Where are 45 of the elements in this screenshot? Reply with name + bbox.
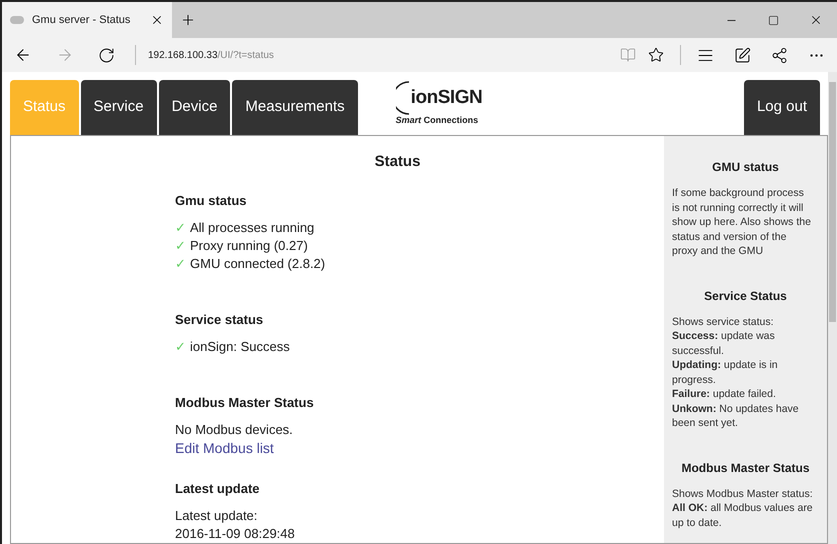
section-heading: Service status (175, 311, 264, 329)
help-text: If some background process is not running correctly it will show up here. Also shows the status and version of the proxy and the GMU (672, 186, 812, 258)
maximize-icon[interactable] (768, 14, 779, 26)
status-text: 2016-11-09 08:29:48 (175, 525, 295, 543)
close-icon[interactable] (150, 13, 164, 27)
edit-modbus-link[interactable]: Edit Modbus list (175, 439, 274, 458)
logout-button[interactable]: Log out (744, 80, 820, 135)
check-icon: ✓ (175, 219, 186, 237)
help-text: Shows Modbus Master status: (672, 486, 814, 501)
check-icon: ✓ (175, 338, 186, 356)
reading-view-icon[interactable] (620, 47, 636, 63)
status-text: Proxy running (0.27) (190, 237, 308, 255)
help-text: Updating: update is in progress. (672, 358, 779, 387)
status-text: GMU connected (2.8.2) (190, 255, 326, 273)
help-text: Failure: update failed. (672, 387, 777, 402)
section-heading: Modbus Master Status (175, 394, 315, 412)
nav-tab[interactable]: Measurements (232, 80, 358, 135)
logo-wordmark: ionSIGN (410, 86, 482, 110)
refresh-icon[interactable] (98, 46, 115, 64)
section-heading: Latest update (175, 480, 261, 498)
note-icon[interactable] (734, 46, 751, 64)
sidebar-heading: Service Status (703, 288, 788, 304)
nav-tab[interactable]: Device (158, 80, 230, 135)
help-text: Shows service status: (672, 314, 775, 329)
help-text: Unkown: No updates have been sent yet. (672, 402, 800, 430)
browser-tab[interactable]: Gmu server - Status (2, 2, 172, 38)
favorite-icon[interactable] (648, 47, 664, 63)
status-text: No Modbus devices. (175, 421, 293, 439)
favicon-icon (10, 16, 24, 24)
logo-icon (396, 80, 410, 116)
help-text: Success: update was successful. (672, 329, 776, 358)
check-icon: ✓ (175, 237, 186, 255)
nav-tab[interactable]: Service (80, 80, 157, 135)
logo-tagline: Smart Connections (396, 114, 478, 127)
sidebar-heading: Modbus Master Status (680, 460, 810, 476)
status-text: ionSign: Success (190, 338, 290, 356)
status-text: All processes running (190, 219, 314, 237)
share-icon[interactable] (771, 46, 788, 64)
sidebar-heading: GMU status (711, 159, 780, 176)
page-title: Status (374, 152, 420, 172)
new-tab-icon[interactable] (180, 12, 196, 28)
check-icon: ✓ (175, 255, 186, 273)
help-text: All OK: all Modbus values are up to date. (672, 501, 814, 530)
status-text: Latest update: (175, 507, 258, 525)
section-heading: Gmu status (175, 192, 248, 210)
